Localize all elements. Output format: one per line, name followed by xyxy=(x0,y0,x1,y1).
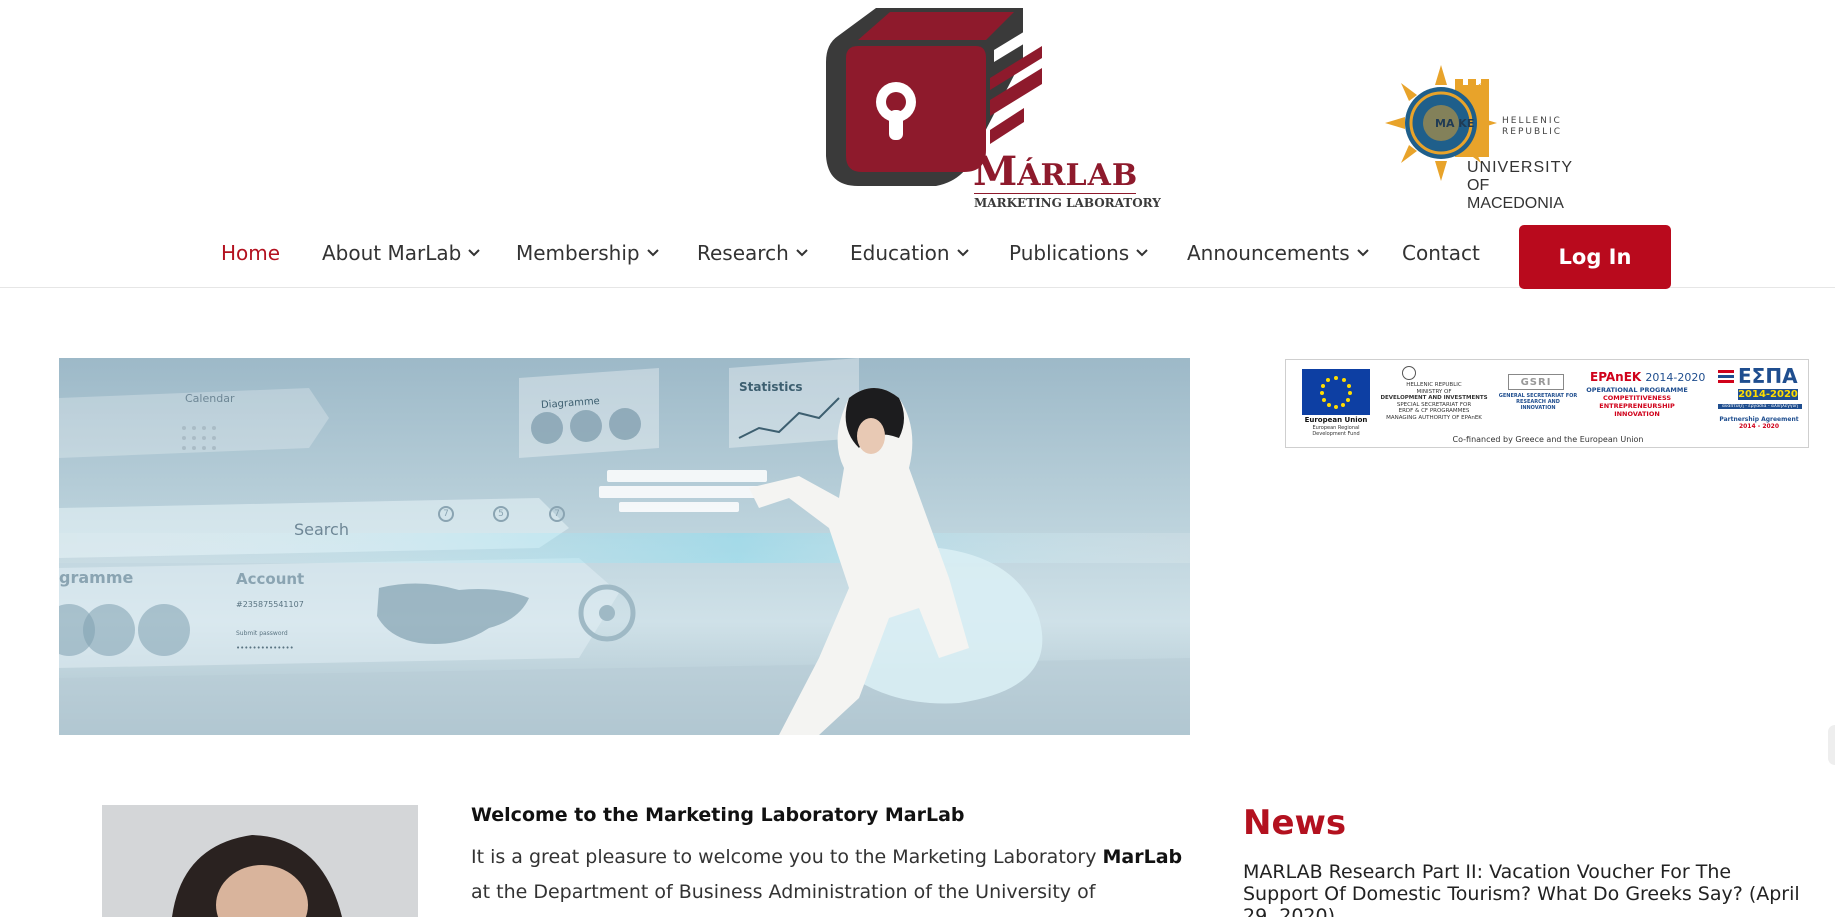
chevron-down-icon xyxy=(468,249,481,257)
nav-contact-label: Contact xyxy=(1402,241,1480,265)
nav-research-label: Research xyxy=(697,241,789,265)
portrait-image xyxy=(102,805,418,917)
nav-membership[interactable]: Membership xyxy=(516,236,660,270)
nav-announcements[interactable]: Announcements xyxy=(1187,236,1370,270)
uni-hellenic: HELLENIC xyxy=(1502,116,1562,126)
hero-illustration xyxy=(59,358,1190,735)
hero-account-number: #235875541107 xyxy=(236,600,304,609)
eu-funding-banner[interactable]: European Union European Regional Develop… xyxy=(1285,359,1809,448)
nav-research[interactable]: Research xyxy=(697,236,809,270)
gsri-block: GENERAL SECRETARIAT FOR RESEARCH AND INN… xyxy=(1498,393,1578,411)
chevron-down-icon xyxy=(1356,249,1369,257)
news-item-link[interactable]: MARLAB Research Part II: Vacation Vouche… xyxy=(1243,861,1807,917)
welcome-title: Welcome to the Marketing Laboratory MarL… xyxy=(471,804,965,826)
welcome-text: It is a great pleasure to welcome you to… xyxy=(471,846,1183,917)
eu-label: European Union xyxy=(1304,416,1368,424)
university-logo[interactable]: MA KE HELLENIC REPUBLIC UNIVERSITY OF MA… xyxy=(1385,65,1575,212)
nav-membership-label: Membership xyxy=(516,241,640,265)
nav-publications[interactable]: Publications xyxy=(1009,236,1149,270)
news-title: News xyxy=(1243,803,1347,843)
hero-calendar-label: Calendar xyxy=(185,392,235,405)
marlab-subtitle: MARKETING LABORATORY xyxy=(974,196,1161,210)
chevron-down-icon xyxy=(1136,249,1148,257)
hero-account-label: Account xyxy=(236,570,305,588)
chevron-down-icon xyxy=(796,249,808,257)
nav-home[interactable]: Home xyxy=(221,236,280,270)
chevron-down-icon xyxy=(646,249,659,257)
eu-stars-icon xyxy=(1320,376,1352,409)
main-nav: Home About MarLab Membership Research Ed… xyxy=(0,222,1835,289)
nav-about-marlab[interactable]: About MarLab xyxy=(322,236,481,270)
espa-block: Partnership Agreement 2014 - 2020 xyxy=(1719,416,1799,430)
cofinanced-label: Co-financed by Greece and the European U… xyxy=(1452,435,1644,444)
hero-diagramme-left: gramme xyxy=(59,568,134,587)
side-scroll-tab[interactable] xyxy=(1828,725,1835,765)
marlab-bold: MarLab xyxy=(1102,846,1183,868)
marlab-logo[interactable]: MÁRLAB MARKETING LABORATORY xyxy=(818,0,1161,214)
nav-contact[interactable]: Contact xyxy=(1402,236,1480,270)
hero-search-label: Search xyxy=(294,520,349,539)
nav-publications-label: Publications xyxy=(1009,241,1130,265)
director-portrait xyxy=(102,805,418,917)
hero-submit-password: Submit password xyxy=(236,630,288,637)
hero-badge: 7 xyxy=(438,506,454,522)
chevron-down-icon xyxy=(956,249,969,257)
epanek-title: EPAnEK 2014-2020 xyxy=(1590,370,1706,384)
espa-stripes-icon xyxy=(1718,370,1734,386)
espa-motto: ανάπτυξη - εργασία - αλληλεγγύη xyxy=(1718,404,1802,409)
seal-text: MA KE xyxy=(1435,117,1475,130)
hero-badge: 5 xyxy=(493,506,509,522)
nav-education-label: Education xyxy=(850,241,950,265)
ministry-block: HELLENIC REPUBLIC MINISTRY OF DEVELOPMEN… xyxy=(1380,382,1488,421)
eu-flag-icon xyxy=(1302,369,1370,415)
nav-education[interactable]: Education xyxy=(850,236,970,270)
espa-years: 2014-2020 xyxy=(1738,389,1798,400)
nav-about-label: About MarLab xyxy=(322,241,462,265)
epanek-block: OPERATIONAL PROGRAMME COMPETITIVENESS EN… xyxy=(1586,386,1688,418)
hero-badge: 7 xyxy=(549,506,565,522)
login-button[interactable]: Log In xyxy=(1519,225,1671,289)
uni-university: UNIVERSITY xyxy=(1467,159,1574,176)
hero-statistics-label: Statistics xyxy=(739,380,803,394)
uni-republic: REPUBLIC xyxy=(1502,127,1563,137)
nav-announcements-label: Announcements xyxy=(1187,241,1350,265)
greek-emblem-icon xyxy=(1402,366,1416,380)
espa-title: ΕΣΠΑ xyxy=(1738,364,1798,388)
nav-home-label: Home xyxy=(221,241,281,265)
uni-of-macedonia: OF MACEDONIA xyxy=(1467,177,1564,212)
gsri-logo: GSRI xyxy=(1508,374,1564,390)
hero-password-dots: •••••••••••••• xyxy=(236,644,294,652)
marlab-wordmark: MÁRLAB xyxy=(973,148,1139,195)
hero-banner: Calendar Diagramme Statistics Search gra… xyxy=(59,358,1190,735)
